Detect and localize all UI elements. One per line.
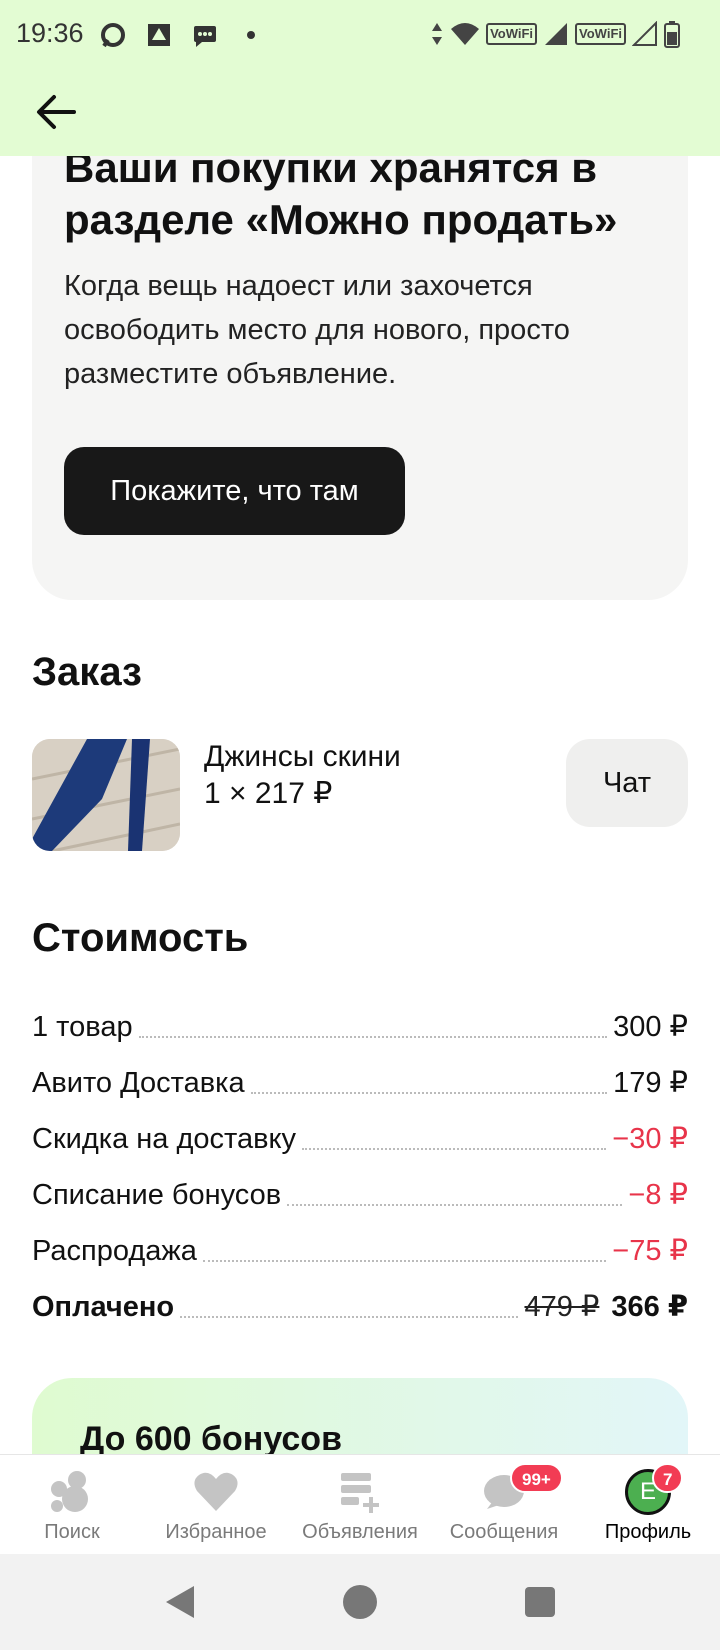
- nav-profile[interactable]: Е 7 Профиль: [576, 1455, 720, 1554]
- arrow-left-icon: [37, 95, 76, 129]
- cost-row: 1 товар 300 ₽: [32, 1004, 688, 1044]
- dotted-leader: [180, 1316, 519, 1318]
- dotted-leader: [287, 1204, 623, 1206]
- system-navigation-bar: [0, 1554, 720, 1650]
- top-bar: 19:36 VoWiFi VoWiFi: [0, 0, 720, 156]
- show-what-there-button[interactable]: Покажите, что там: [64, 447, 405, 535]
- system-status-icons: VoWiFi VoWiFi: [430, 20, 680, 48]
- jeans-image-icon: [32, 739, 180, 851]
- heart-icon: [194, 1472, 238, 1511]
- dotted-leader: [202, 1260, 607, 1262]
- order-item-name: Джинсы скини: [204, 740, 401, 773]
- battery-icon: [664, 21, 680, 48]
- chat-bubble-icon: [101, 23, 125, 48]
- cost-row: Списание бонусов −8 ₽: [32, 1172, 688, 1212]
- cost-row-label: Скидка на доставку: [32, 1123, 297, 1155]
- nav-listings[interactable]: Объявления: [288, 1455, 432, 1554]
- promo-description: Когда вещь надоест или захочется освобод…: [64, 270, 570, 390]
- cost-row: Авито Доставка 179 ₽: [32, 1060, 688, 1100]
- nav-messages[interactable]: 99+ Сообщения: [432, 1455, 576, 1554]
- listings-add-icon: [341, 1473, 379, 1513]
- signal-icon-2: [632, 21, 657, 46]
- cost-section-title: Стоимость: [32, 916, 249, 960]
- order-item-thumbnail[interactable]: [32, 739, 180, 851]
- chat-button[interactable]: Чат: [566, 739, 688, 827]
- nav-search[interactable]: Поиск: [0, 1455, 144, 1554]
- cost-total-label: Оплачено: [32, 1291, 175, 1323]
- cost-row: Распродажа −75 ₽: [32, 1228, 688, 1268]
- cost-total-values: 479 ₽ 366 ₽: [524, 1289, 688, 1324]
- recents-square-icon[interactable]: [520, 1582, 560, 1622]
- dotted-leader: [138, 1036, 608, 1038]
- nav-search-label: Поиск: [44, 1521, 100, 1543]
- cost-total-row: Оплачено 479 ₽ 366 ₽: [32, 1284, 688, 1324]
- back-triangle-icon[interactable]: [160, 1582, 200, 1622]
- cost-row: Скидка на доставку −30 ₽: [32, 1116, 688, 1156]
- status-time: 19:36: [16, 18, 84, 48]
- dotted-leader: [302, 1148, 607, 1150]
- nav-favorites[interactable]: Избранное: [144, 1455, 288, 1554]
- promo-title: Ваши покупки хранятся в разделе «Можно п…: [64, 144, 618, 243]
- cost-row-label: Распродажа: [32, 1235, 197, 1267]
- dotted-leader: [250, 1092, 608, 1094]
- data-arrows-icon: [432, 23, 443, 45]
- messages-badge: 99+: [510, 1463, 563, 1493]
- signal-icon: [545, 23, 568, 45]
- vowifi-badge-2: VoWiFi: [575, 23, 626, 45]
- app-icon: [148, 24, 170, 46]
- vowifi-badge: VoWiFi: [486, 23, 538, 45]
- home-circle-icon[interactable]: [340, 1582, 380, 1622]
- nav-favorites-label: Избранное: [165, 1521, 267, 1543]
- order-item-qty-price: 1 × 217 ₽: [204, 777, 333, 810]
- search-circles-icon: [51, 1471, 88, 1512]
- bottom-navigation: Поиск Избранное Объявления 99+ Сообщения…: [0, 1454, 720, 1554]
- nav-messages-label: Сообщения: [449, 1521, 559, 1543]
- order-section-title: Заказ: [32, 650, 142, 694]
- dot-icon: [247, 31, 255, 39]
- wifi-icon: [451, 23, 480, 45]
- cost-row-value: −75 ₽: [612, 1235, 688, 1267]
- notification-icons: [100, 22, 264, 48]
- cost-row-label: 1 товар: [32, 1011, 133, 1043]
- nav-profile-label: Профиль: [604, 1521, 692, 1543]
- cost-row-label: Авито Доставка: [32, 1067, 245, 1099]
- nav-listings-label: Объявления: [302, 1521, 418, 1543]
- cost-row-value: −8 ₽: [628, 1179, 688, 1211]
- cost-total-old-value: 479 ₽: [524, 1291, 600, 1323]
- message-icon: [194, 26, 216, 47]
- cost-row-label: Списание бонусов: [32, 1179, 282, 1211]
- cost-row-value: −30 ₽: [612, 1123, 688, 1155]
- back-button[interactable]: [30, 86, 82, 138]
- cost-total-value: 366 ₽: [611, 1291, 688, 1323]
- profile-badge: 7: [652, 1463, 684, 1493]
- cost-row-value: 300 ₽: [613, 1011, 688, 1043]
- cost-row-value: 179 ₽: [613, 1067, 688, 1099]
